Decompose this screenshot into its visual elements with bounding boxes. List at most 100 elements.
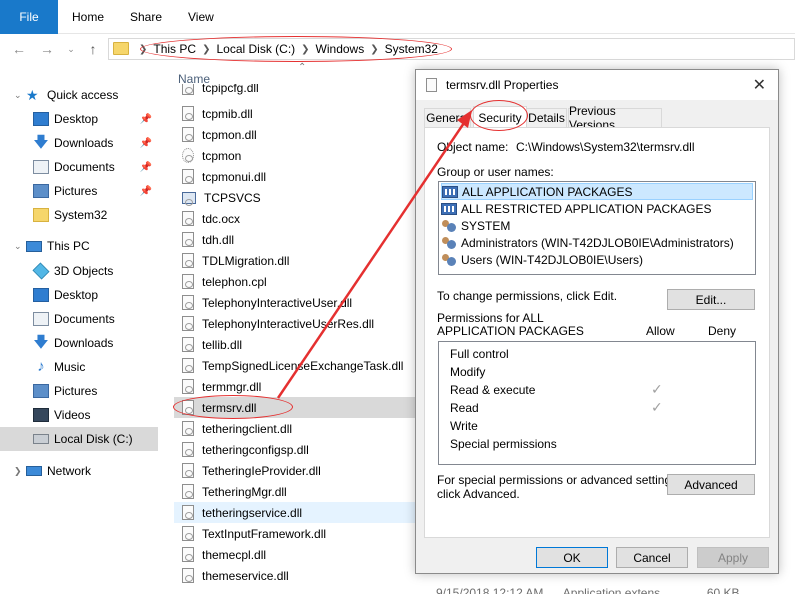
address-bar[interactable]: ❯ This PC ❯ Local Disk (C:) ❯ Windows ❯ … (108, 38, 795, 60)
object-name-label: Object name: (437, 140, 509, 154)
file-row[interactable]: tcpmon (174, 145, 416, 166)
nav-this-pc[interactable]: ⌄ This PC (0, 234, 158, 258)
file-row[interactable]: TextInputFramework.dll (174, 523, 416, 544)
tab-details[interactable]: Details (526, 108, 567, 127)
file-row[interactable]: TelephonyInteractiveUserRes.dll (174, 313, 416, 334)
tab-view[interactable]: View (188, 0, 214, 34)
file-row[interactable]: tcpipcfg.dll (174, 84, 416, 95)
pictures-icon (33, 184, 49, 198)
permission-row: Modify (450, 363, 485, 381)
group-item[interactable]: ALL RESTRICTED APPLICATION PACKAGES (441, 200, 753, 217)
pin-icon[interactable]: 📌 (140, 114, 152, 125)
apply-button[interactable]: Apply (697, 547, 769, 568)
group-name: Users (WIN-T42DJLOB0IE\Users) (461, 252, 644, 267)
pin-icon[interactable]: 📌 (140, 186, 152, 197)
file-row[interactable]: TempSignedLicenseExchangeTask.dll (174, 355, 416, 376)
drive-icon (33, 434, 49, 444)
file-name: tetheringconfigsp.dll (202, 442, 309, 457)
nav-network[interactable]: ❯ Network (0, 459, 158, 483)
nav-downloads[interactable]: 🡇 Downloads (0, 331, 158, 355)
breadcrumb: ❯ This PC ❯ Local Disk (C:) ❯ Windows ❯ … (133, 39, 438, 59)
nav-downloads-quick[interactable]: 🡇 Downloads 📌 (0, 131, 158, 155)
computer-icon (26, 240, 42, 252)
file-row[interactable]: TelephonyInteractiveUser.dll (174, 292, 416, 313)
close-icon[interactable]: ✕ (753, 75, 766, 95)
ok-button[interactable]: OK (536, 547, 608, 568)
nav-pictures[interactable]: Pictures (0, 379, 158, 403)
file-row[interactable]: tcpmonui.dll (174, 166, 416, 187)
file-name: termsrv.dll (202, 400, 257, 415)
nav-desktop-quick[interactable]: Desktop 📌 (0, 107, 158, 131)
dll-file-icon (426, 78, 437, 92)
file-tab[interactable]: File (0, 0, 58, 34)
tab-previous-versions[interactable]: Previous Versions (568, 104, 662, 132)
up-arrow-icon[interactable]: ↑ (84, 40, 102, 58)
pin-icon[interactable]: 📌 (140, 162, 152, 173)
chevron-right-icon: ❯ (202, 43, 211, 55)
nav-label: Downloads (54, 336, 114, 350)
crumb-local-disk[interactable]: Local Disk (C:) (216, 42, 295, 56)
file-name: telephon.cpl (202, 274, 267, 289)
group-listbox[interactable]: ALL APPLICATION PACKAGES ALL RESTRICTED … (438, 181, 756, 275)
dll-file-icon (182, 337, 194, 352)
group-label: Group or user names: (437, 165, 554, 179)
nav-label: Documents (54, 312, 115, 326)
group-item[interactable]: Users (WIN-T42DJLOB0IE\Users) (441, 251, 753, 268)
tab-security[interactable]: Security (473, 106, 527, 128)
cancel-button[interactable]: Cancel (616, 547, 688, 568)
group-item[interactable]: ALL APPLICATION PACKAGES (441, 183, 753, 200)
nav-music[interactable]: ♪ Music (0, 355, 158, 379)
forward-arrow-icon[interactable]: → (38, 40, 56, 58)
permission-name: Modify (450, 365, 486, 379)
nav-documents[interactable]: Documents (0, 307, 158, 331)
advanced-button[interactable]: Advanced (667, 474, 755, 495)
file-row[interactable]: tetheringconfigsp.dll (174, 439, 416, 460)
nav-local-disk[interactable]: Local Disk (C:) (0, 427, 158, 451)
tab-general[interactable]: General (424, 108, 471, 127)
file-name: TelephonyInteractiveUserRes.dll (202, 316, 375, 331)
file-row[interactable]: TetheringMgr.dll (174, 481, 416, 502)
file-row[interactable]: termmgr.dll (174, 376, 416, 397)
file-row[interactable]: tetheringclient.dll (174, 418, 416, 439)
file-row[interactable]: tcpmon.dll (174, 124, 416, 145)
tab-share[interactable]: Share (130, 0, 162, 34)
dll-file-icon (182, 379, 194, 394)
group-name: Administrators (WIN-T42DJLOB0IE\Administ… (461, 235, 734, 250)
crumb-windows[interactable]: Windows (316, 42, 365, 56)
file-row[interactable]: themecpl.dll (174, 544, 416, 565)
cube-icon (32, 262, 50, 280)
nav-system32-quick[interactable]: System32 (0, 203, 158, 227)
nav-videos[interactable]: Videos (0, 403, 158, 427)
dll-file-icon (182, 316, 194, 331)
nav-pictures-quick[interactable]: Pictures 📌 (0, 179, 158, 203)
file-row[interactable]: tdc.ocx (174, 208, 416, 229)
crumb-this-pc[interactable]: This PC (153, 42, 196, 56)
file-row-hover[interactable]: tetheringservice.dll (174, 502, 416, 523)
file-row[interactable]: tdh.dll (174, 229, 416, 250)
back-arrow-icon[interactable]: ← (10, 40, 28, 58)
file-row[interactable]: tcpmib.dll (174, 103, 416, 124)
nav-3d-objects[interactable]: 3D Objects (0, 259, 158, 283)
crumb-system32[interactable]: System32 (385, 42, 438, 56)
special-permissions-line1: For special permissions or advanced sett… (437, 473, 681, 487)
file-row[interactable]: TetheringIeProvider.dll (174, 460, 416, 481)
permission-name: Read (450, 401, 479, 415)
file-row[interactable]: themeservice.dll (174, 565, 416, 586)
dll-file-icon (182, 568, 194, 583)
edit-button[interactable]: Edit... (667, 289, 755, 310)
nav-quick-access[interactable]: ⌄ ★ Quick access (0, 83, 158, 107)
tab-home[interactable]: Home (72, 0, 104, 34)
dll-file-icon (182, 253, 194, 268)
file-row-selected[interactable]: termsrv.dll (174, 397, 416, 418)
file-row[interactable]: TDLMigration.dll (174, 250, 416, 271)
pin-icon[interactable]: 📌 (140, 138, 152, 149)
file-row[interactable]: tellib.dll (174, 334, 416, 355)
nav-desktop[interactable]: Desktop (0, 283, 158, 307)
recent-chevron-icon[interactable]: ⌄ (62, 40, 80, 58)
group-item[interactable]: Administrators (WIN-T42DJLOB0IE\Administ… (441, 234, 753, 251)
nav-documents-quick[interactable]: Documents 📌 (0, 155, 158, 179)
nav-label: Videos (54, 408, 91, 422)
file-row[interactable]: TCPSVCS (174, 187, 416, 208)
file-row[interactable]: telephon.cpl (174, 271, 416, 292)
group-item[interactable]: SYSTEM (441, 217, 753, 234)
